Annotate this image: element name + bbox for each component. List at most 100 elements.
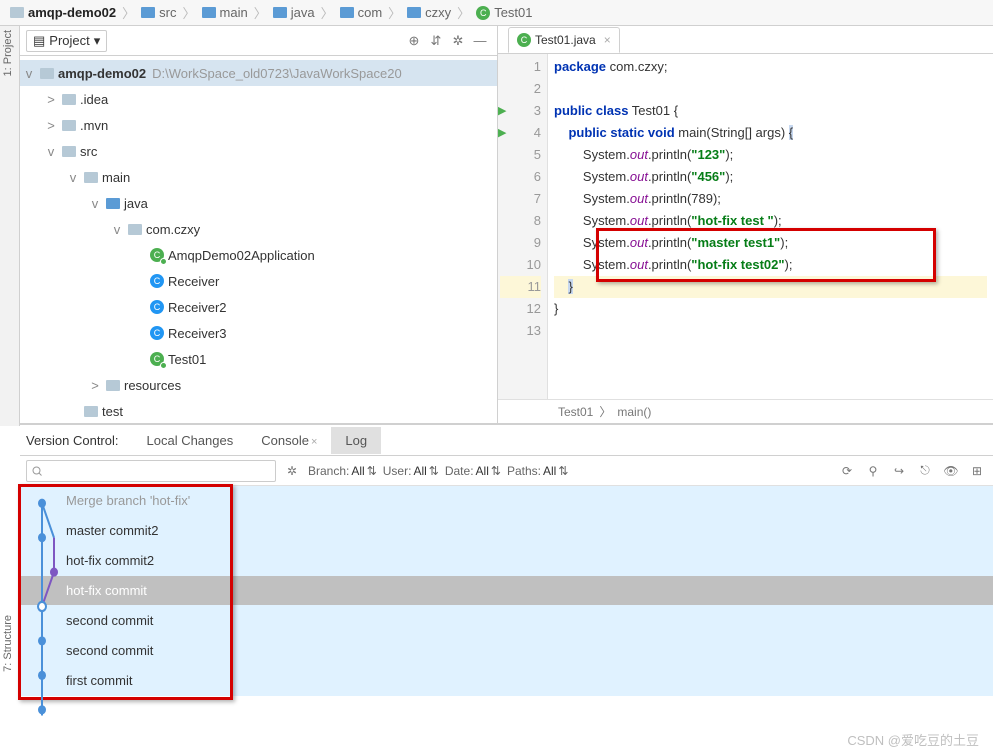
code-line[interactable]: System.out.println("456"); [554, 166, 987, 188]
tree-item[interactable]: vmain [20, 164, 497, 190]
gutter-line[interactable]: 12 [500, 298, 541, 320]
refresh-icon[interactable]: ⟳ [837, 461, 857, 481]
gutter-line[interactable]: 2 [500, 78, 541, 100]
filter-user[interactable]: User: All ⇅ [383, 464, 439, 478]
editor-breadcrumb[interactable]: Test01 〉 main() [498, 399, 993, 423]
commit-log[interactable]: Merge branch 'hot-fix'master commit2hot-… [20, 486, 993, 727]
code-line[interactable]: package com.czxy; [554, 56, 987, 78]
filter-branch[interactable]: Branch: All ⇅ [308, 464, 377, 478]
bc-item[interactable]: com [336, 5, 387, 20]
code-line[interactable]: System.out.println("123"); [554, 144, 987, 166]
crumb-class[interactable]: Test01 [558, 405, 593, 419]
project-title: Project [49, 33, 89, 48]
tree-item[interactable]: test [20, 398, 497, 423]
chevron-right-icon: 〉 [599, 403, 611, 420]
code-line[interactable]: public static void main(String[] args) { [554, 122, 987, 144]
tab-log[interactable]: Log [331, 427, 381, 454]
gear-icon[interactable]: ✲ [447, 30, 469, 52]
folder-icon [340, 7, 354, 18]
breadcrumb[interactable]: amqp-demo02〉 src〉 main〉 java〉 com〉 czxy〉… [0, 0, 993, 26]
tree-item[interactable]: CReceiver3 [20, 320, 497, 346]
bc-label: java [291, 5, 315, 20]
editor-tabs[interactable]: C Test01.java × [498, 26, 993, 54]
tree-item[interactable]: CAmqpDemo02Application [20, 242, 497, 268]
gutter-line[interactable]: 1 [500, 56, 541, 78]
gutter-line[interactable]: 10 [500, 254, 541, 276]
bc-item[interactable]: CTest01 [472, 5, 536, 20]
crumb-method[interactable]: main() [617, 405, 651, 419]
gutter-line[interactable]: ▶3 [500, 100, 541, 122]
tree-item[interactable]: CReceiver [20, 268, 497, 294]
code-editor[interactable]: 12▶3▶45678910111213 package com.czxy;pub… [498, 54, 993, 399]
tab-label: Test01.java [535, 33, 596, 47]
gutter-line[interactable]: 8 [500, 210, 541, 232]
tree-item[interactable]: CReceiver2 [20, 294, 497, 320]
editor-tab[interactable]: C Test01.java × [508, 27, 620, 53]
rail-structure[interactable]: 7: Structure [0, 611, 16, 676]
tree-item[interactable]: vcom.czxy [20, 216, 497, 242]
vcs-tab-bar[interactable]: Version Control: Local Changes Console× … [20, 424, 993, 456]
gutter-line[interactable]: 11 [500, 276, 541, 298]
intellisort-icon[interactable]: ⎋ [915, 461, 935, 481]
go-to-icon[interactable]: ↪ [889, 461, 909, 481]
gear-icon[interactable]: ✲ [282, 461, 302, 481]
project-icon: ▤ [33, 33, 45, 49]
locate-icon[interactable]: ⊕ [403, 30, 425, 52]
chevron-right-icon: 〉 [319, 3, 336, 22]
log-search-input[interactable] [26, 460, 276, 482]
cherry-pick-icon[interactable]: ⚲ [863, 461, 883, 481]
code-line[interactable]: } [554, 298, 987, 320]
rail-project[interactable]: 1: Project [0, 26, 16, 80]
tool-window-rail[interactable]: 1: Project 7: Structure [0, 26, 20, 426]
folder-icon [141, 7, 155, 18]
chevron-right-icon: 〉 [181, 3, 198, 22]
bc-item[interactable]: java [269, 5, 319, 20]
bc-item[interactable]: czxy [403, 5, 455, 20]
folder-icon [407, 7, 421, 18]
tree-item[interactable]: >.mvn [20, 112, 497, 138]
folder-icon [202, 7, 216, 18]
bc-item[interactable]: amqp-demo02 [6, 5, 120, 20]
hide-icon[interactable]: — [469, 30, 491, 52]
filter-date[interactable]: Date: All ⇅ [445, 464, 501, 478]
class-icon: C [517, 33, 531, 47]
chevron-right-icon: 〉 [252, 3, 269, 22]
chevron-right-icon: 〉 [455, 3, 472, 22]
code-line[interactable] [554, 78, 987, 100]
project-view-selector[interactable]: ▤ Project ▾ [26, 30, 107, 52]
code-line[interactable]: System.out.println(789); [554, 188, 987, 210]
tree-item[interactable]: >resources [20, 372, 497, 398]
bc-item[interactable]: main [198, 5, 252, 20]
editor-pane: C Test01.java × 12▶3▶45678910111213 pack… [498, 26, 993, 423]
bc-item[interactable]: src [137, 5, 180, 20]
tree-item[interactable]: vsrc [20, 138, 497, 164]
tree-root[interactable]: vamqp-demo02D:\WorkSpace_old0723\JavaWor… [20, 60, 497, 86]
folder-icon [10, 7, 24, 18]
code-line[interactable] [554, 320, 987, 342]
collapse-icon[interactable]: ⇵ [425, 30, 447, 52]
project-tree[interactable]: vamqp-demo02D:\WorkSpace_old0723\JavaWor… [20, 56, 497, 423]
more-icon[interactable]: ⊞ [967, 461, 987, 481]
gutter-line[interactable]: 5 [500, 144, 541, 166]
code-area[interactable]: package com.czxy; public class Test01 { p… [548, 54, 993, 399]
gutter-line[interactable]: 13 [500, 320, 541, 342]
gutter-line[interactable]: ▶4 [500, 122, 541, 144]
chevron-right-icon: 〉 [120, 3, 137, 22]
tree-item[interactable]: vjava [20, 190, 497, 216]
eye-icon[interactable]: 👁 [941, 461, 961, 481]
filter-paths[interactable]: Paths: All ⇅ [507, 464, 568, 478]
tab-console[interactable]: Console× [247, 427, 331, 454]
gutter-line[interactable]: 9 [500, 232, 541, 254]
tree-item[interactable]: >.idea [20, 86, 497, 112]
code-line[interactable]: public class Test01 { [554, 100, 987, 122]
tab-local-changes[interactable]: Local Changes [133, 427, 248, 454]
bc-label: main [220, 5, 248, 20]
commit-graph [32, 486, 62, 727]
project-tool-window: ▤ Project ▾ ⊕ ⇵ ✲ — vamqp-demo02D:\WorkS… [20, 26, 498, 423]
tree-item[interactable]: CTest01 [20, 346, 497, 372]
close-icon[interactable]: × [309, 436, 317, 448]
gutter[interactable]: 12▶3▶45678910111213 [498, 54, 548, 399]
gutter-line[interactable]: 7 [500, 188, 541, 210]
gutter-line[interactable]: 6 [500, 166, 541, 188]
close-icon[interactable]: × [600, 33, 611, 47]
